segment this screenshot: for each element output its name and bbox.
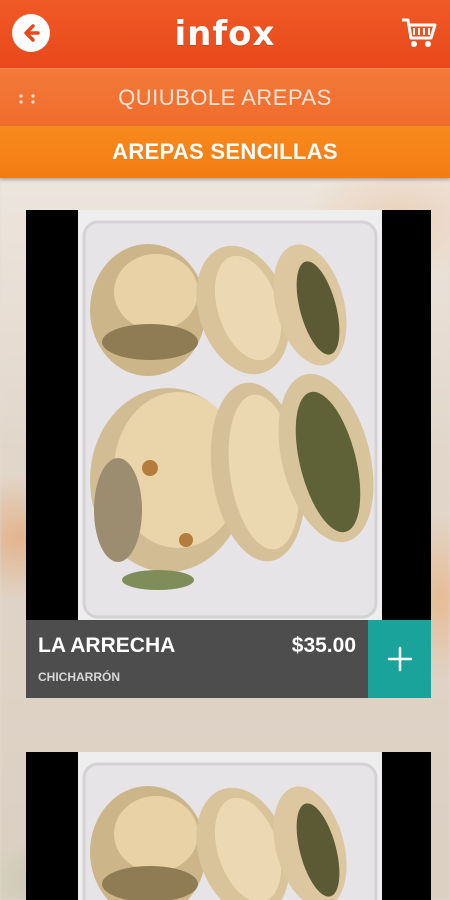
add-to-cart-button[interactable] (368, 620, 431, 698)
plus-icon (387, 646, 412, 672)
cart-button[interactable] (400, 16, 438, 50)
app-logo: infox (174, 14, 276, 54)
arepas-photo (78, 752, 382, 900)
restaurant-bar[interactable]: QUIUBOLE AREPAS (0, 68, 450, 127)
product-card[interactable]: LA ARRECHA $35.00 CHICHARRÓN (26, 210, 431, 698)
app-header: infox (0, 0, 450, 68)
arrow-left-icon (24, 24, 40, 42)
drag-handle-icon (19, 94, 35, 104)
product-image (78, 210, 382, 620)
back-button[interactable] (12, 14, 50, 52)
category-bar[interactable]: AREPAS SENCILLAS (0, 126, 450, 178)
restaurant-name: QUIUBOLE AREPAS (118, 85, 332, 110)
product-name: LA ARRECHA (38, 634, 176, 657)
product-info: LA ARRECHA $35.00 CHICHARRÓN (26, 620, 368, 698)
product-image (78, 752, 382, 900)
product-price: $35.00 (291, 634, 356, 657)
product-description: CHICHARRÓN (38, 670, 120, 684)
shopping-cart-icon (402, 18, 437, 47)
arepas-photo (78, 210, 382, 620)
product-card[interactable] (26, 752, 431, 900)
category-title: AREPAS SENCILLAS (112, 139, 338, 164)
